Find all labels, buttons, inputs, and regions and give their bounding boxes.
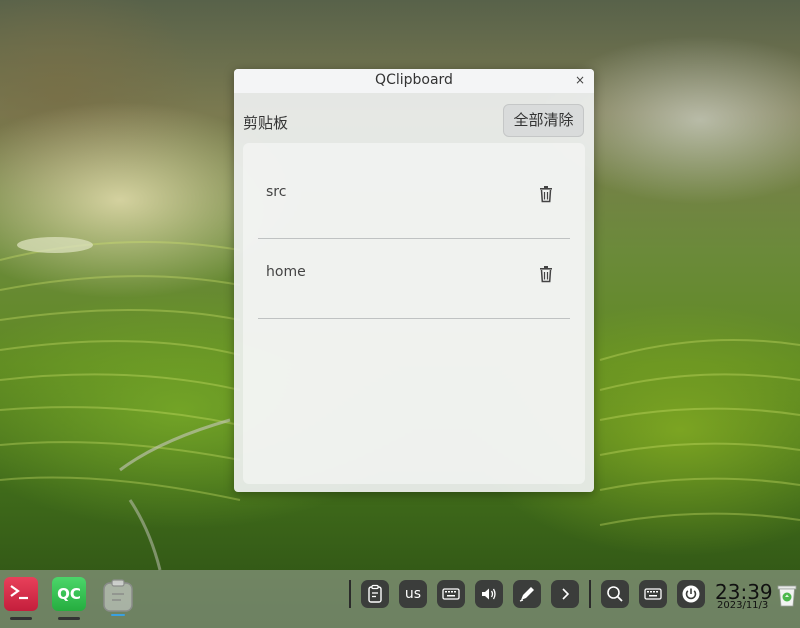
taskbar: QC us [0,570,800,628]
window-title: QClipboard [375,72,453,88]
clock-date[interactable]: 2023/11/3 [717,600,768,611]
virtual-keyboard-button[interactable] [437,580,465,608]
search-icon [607,586,623,602]
qclipboard-app-label: QC [57,585,81,603]
trash-icon[interactable] [538,265,554,283]
clipboard-tray-button[interactable] [361,580,389,608]
clipboard-item-text: src [266,184,287,200]
tray-separator [589,580,591,608]
title-bar[interactable]: QClipboard × [234,69,594,93]
pen-icon [519,587,534,602]
clipboard-window: QClipboard × 剪贴板 全部清除 src home [234,69,594,492]
keyboard-icon [442,588,460,600]
keyboard-button[interactable] [639,580,667,608]
pen-button[interactable] [513,580,541,608]
clipboard-icon [368,584,382,603]
clipboard-item-text: home [266,264,306,280]
clear-all-button[interactable]: 全部清除 [503,104,584,137]
power-button[interactable] [677,580,705,608]
clipboard-item[interactable]: home [258,238,570,319]
keyboard-layout-label: us [404,586,422,602]
clipboard-app-button[interactable] [101,577,135,616]
close-button[interactable]: × [572,72,588,88]
running-indicator [58,617,80,620]
volume-icon [482,588,496,600]
clipboard-list: src home [243,143,585,484]
qclipboard-app-button[interactable]: QC [52,577,86,620]
tray-separator [349,580,351,608]
search-button[interactable] [601,580,629,608]
trash-bin-icon[interactable] [776,582,798,608]
running-indicator [10,617,32,620]
power-icon [682,585,700,603]
expand-tray-button[interactable] [551,580,579,608]
volume-button[interactable] [475,580,503,608]
trash-icon[interactable] [538,185,554,203]
keyboard-icon [644,588,662,600]
section-title: 剪贴板 [243,114,289,132]
terminal-icon [10,585,28,600]
keyboard-layout-button[interactable]: us [399,580,427,608]
chevron-right-icon [562,588,570,600]
clipboard-icon [103,579,133,616]
clipboard-header: 剪贴板 全部清除 [234,104,594,140]
terminal-app-button[interactable] [4,577,38,620]
clipboard-item[interactable]: src [258,158,570,239]
